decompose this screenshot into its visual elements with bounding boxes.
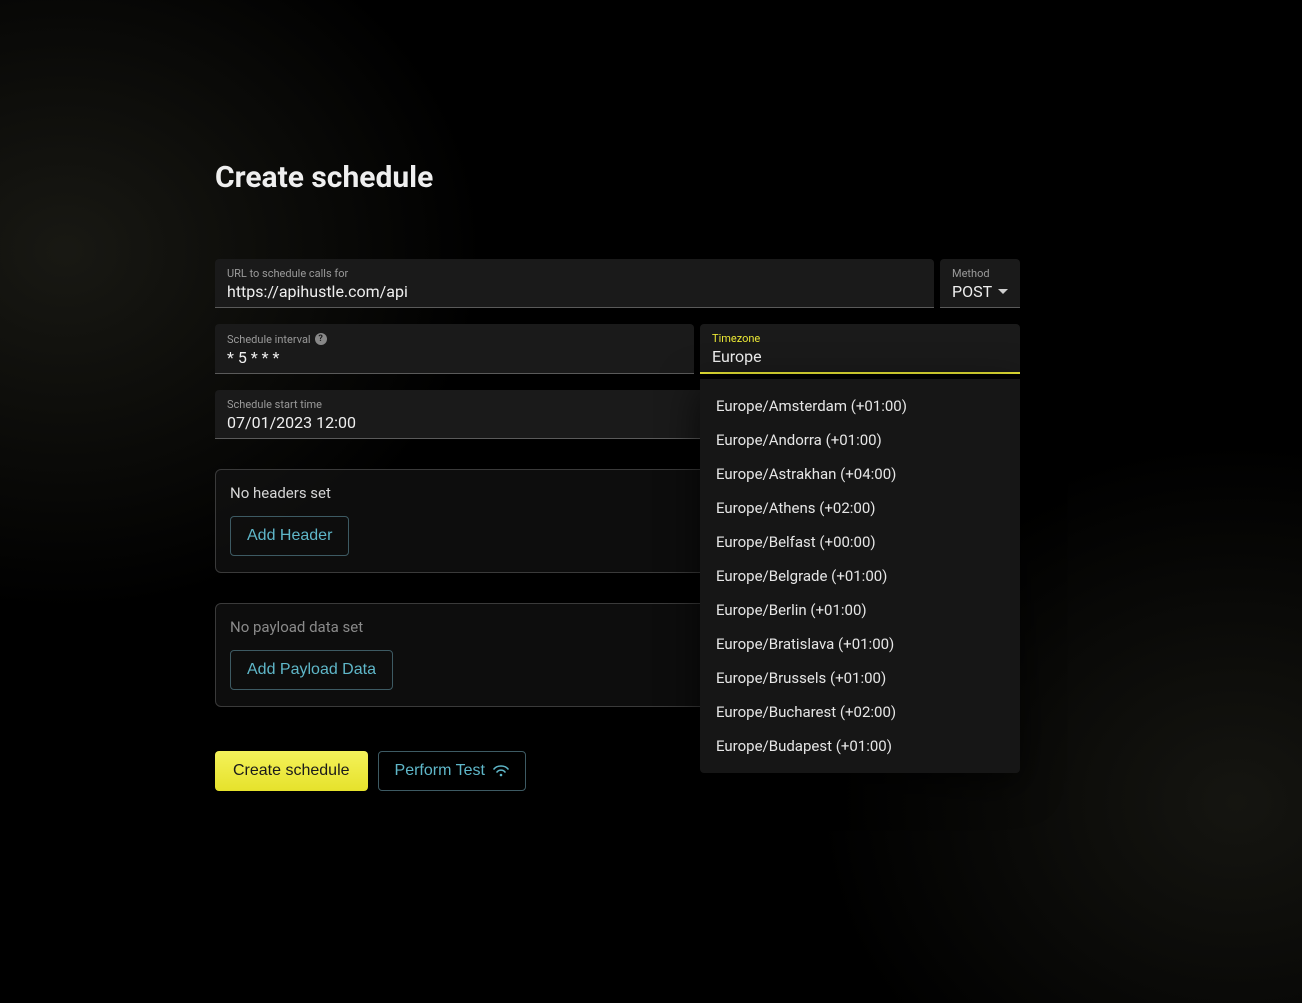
add-payload-button[interactable]: Add Payload Data bbox=[230, 650, 393, 690]
schedule-interval-field[interactable]: Schedule interval ? bbox=[215, 324, 694, 374]
timezone-option[interactable]: Europe/Bratislava (+01:00) bbox=[700, 627, 1020, 661]
method-select[interactable]: Method POST bbox=[940, 259, 1020, 308]
create-schedule-form: Create schedule URL to schedule calls fo… bbox=[215, 160, 1020, 791]
schedule-interval-input[interactable] bbox=[227, 348, 682, 367]
page-title: Create schedule bbox=[215, 160, 1020, 195]
wifi-icon bbox=[493, 764, 509, 778]
timezone-field[interactable]: Timezone bbox=[700, 324, 1020, 374]
timezone-option[interactable]: Europe/Belgrade (+01:00) bbox=[700, 559, 1020, 593]
method-value: POST bbox=[952, 282, 992, 301]
timezone-dropdown: Europe/Amsterdam (+01:00) Europe/Andorra… bbox=[700, 379, 1020, 773]
create-schedule-button[interactable]: Create schedule bbox=[215, 751, 368, 791]
timezone-option[interactable]: Europe/Berlin (+01:00) bbox=[700, 593, 1020, 627]
timezone-label: Timezone bbox=[712, 332, 1008, 345]
add-header-button[interactable]: Add Header bbox=[230, 516, 349, 556]
timezone-option[interactable]: Europe/Brussels (+01:00) bbox=[700, 661, 1020, 695]
timezone-input[interactable] bbox=[712, 347, 1008, 366]
schedule-interval-label: Schedule interval ? bbox=[227, 333, 682, 346]
url-field[interactable]: URL to schedule calls for bbox=[215, 259, 934, 308]
timezone-option[interactable]: Europe/Budapest (+01:00) bbox=[700, 729, 1020, 763]
perform-test-button[interactable]: Perform Test bbox=[378, 751, 526, 791]
url-input[interactable] bbox=[227, 282, 922, 301]
timezone-option[interactable]: Europe/Astrakhan (+04:00) bbox=[700, 457, 1020, 491]
timezone-option[interactable]: Europe/Bucharest (+02:00) bbox=[700, 695, 1020, 729]
timezone-option[interactable]: Europe/Amsterdam (+01:00) bbox=[700, 389, 1020, 423]
timezone-option[interactable]: Europe/Andorra (+01:00) bbox=[700, 423, 1020, 457]
timezone-option[interactable]: Europe/Belfast (+00:00) bbox=[700, 525, 1020, 559]
timezone-option[interactable]: Europe/Athens (+02:00) bbox=[700, 491, 1020, 525]
help-icon[interactable]: ? bbox=[315, 333, 327, 345]
url-label: URL to schedule calls for bbox=[227, 267, 922, 280]
chevron-down-icon bbox=[998, 289, 1008, 294]
method-label: Method bbox=[952, 267, 1008, 280]
